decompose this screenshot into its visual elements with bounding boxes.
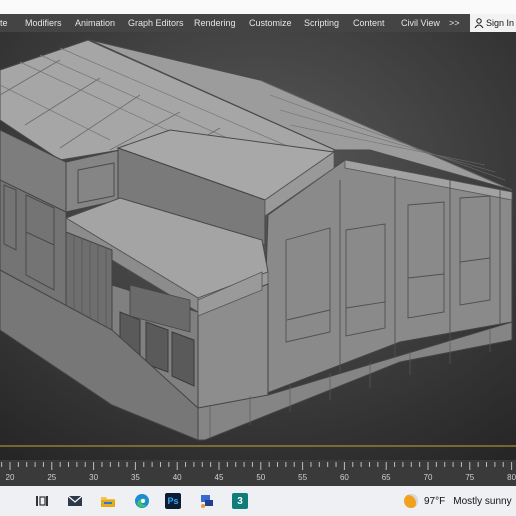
ruler-tick-label: 80 (507, 473, 516, 482)
ruler-tick-label: 20 (6, 473, 15, 482)
ruler-tick-label: 50 (256, 473, 265, 482)
ruler-tick-label: 65 (382, 473, 391, 482)
menu-bar: te Modifiers Animation Graph Editors Ren… (0, 14, 516, 32)
timeline-ticks: 20 25 30 35 40 45 50 55 60 65 70 75 80 (1, 462, 516, 482)
task-view-icon[interactable] (34, 493, 50, 509)
menu-item-animation[interactable]: Animation (75, 18, 128, 28)
3ds-max-icon[interactable]: 3 (232, 493, 248, 509)
weather-condition: Mostly sunny (453, 495, 512, 507)
ruler-tick-label: 55 (298, 473, 307, 482)
taskbar: Ps 3 97°F Mostly sunny (0, 486, 516, 516)
photoshop-label: Ps (167, 496, 179, 506)
ruler-tick-label: 35 (131, 473, 140, 482)
file-explorer-icon[interactable] (100, 493, 116, 509)
mail-icon[interactable] (67, 493, 83, 509)
menu-item-modifiers[interactable]: Modifiers (25, 18, 75, 28)
menu-item-create[interactable]: te (0, 18, 25, 28)
temperature: 97°F (424, 495, 446, 507)
ruler-tick-label: 70 (424, 473, 433, 482)
menu-overflow-button[interactable]: >> (449, 18, 460, 28)
ruler-tick-label: 45 (215, 473, 224, 482)
timeline-ruler[interactable]: 20 25 30 35 40 45 50 55 60 65 70 75 80 (0, 460, 516, 486)
ruler-tick-label: 40 (173, 473, 182, 482)
sun-icon (404, 494, 418, 508)
network-icon[interactable] (199, 493, 215, 509)
sign-in-button[interactable]: Sign In (469, 14, 516, 32)
sign-in-label: Sign In (485, 18, 514, 28)
menu-item-scripting[interactable]: Scripting (304, 18, 353, 28)
edge-icon[interactable] (134, 493, 150, 509)
weather-widget[interactable]: 97°F Mostly sunny (404, 493, 516, 509)
menu-item-graph-editors[interactable]: Graph Editors (128, 18, 194, 28)
max-label: 3 (237, 495, 243, 507)
menu-item-content[interactable]: Content (353, 18, 401, 28)
user-icon (474, 18, 484, 28)
ruler-tick-label: 75 (465, 473, 474, 482)
perspective-viewport[interactable] (0, 32, 516, 460)
menu-item-rendering[interactable]: Rendering (194, 18, 249, 28)
ruler-tick-label: 60 (340, 473, 349, 482)
menu-item-civil-view[interactable]: Civil View (401, 18, 449, 28)
window-top-strip (0, 0, 516, 14)
ruler-tick-label: 30 (89, 473, 98, 482)
menu-item-customize[interactable]: Customize (249, 18, 304, 28)
ruler-tick-label: 25 (47, 473, 56, 482)
building-model (0, 32, 516, 460)
photoshop-icon[interactable]: Ps (165, 493, 181, 509)
